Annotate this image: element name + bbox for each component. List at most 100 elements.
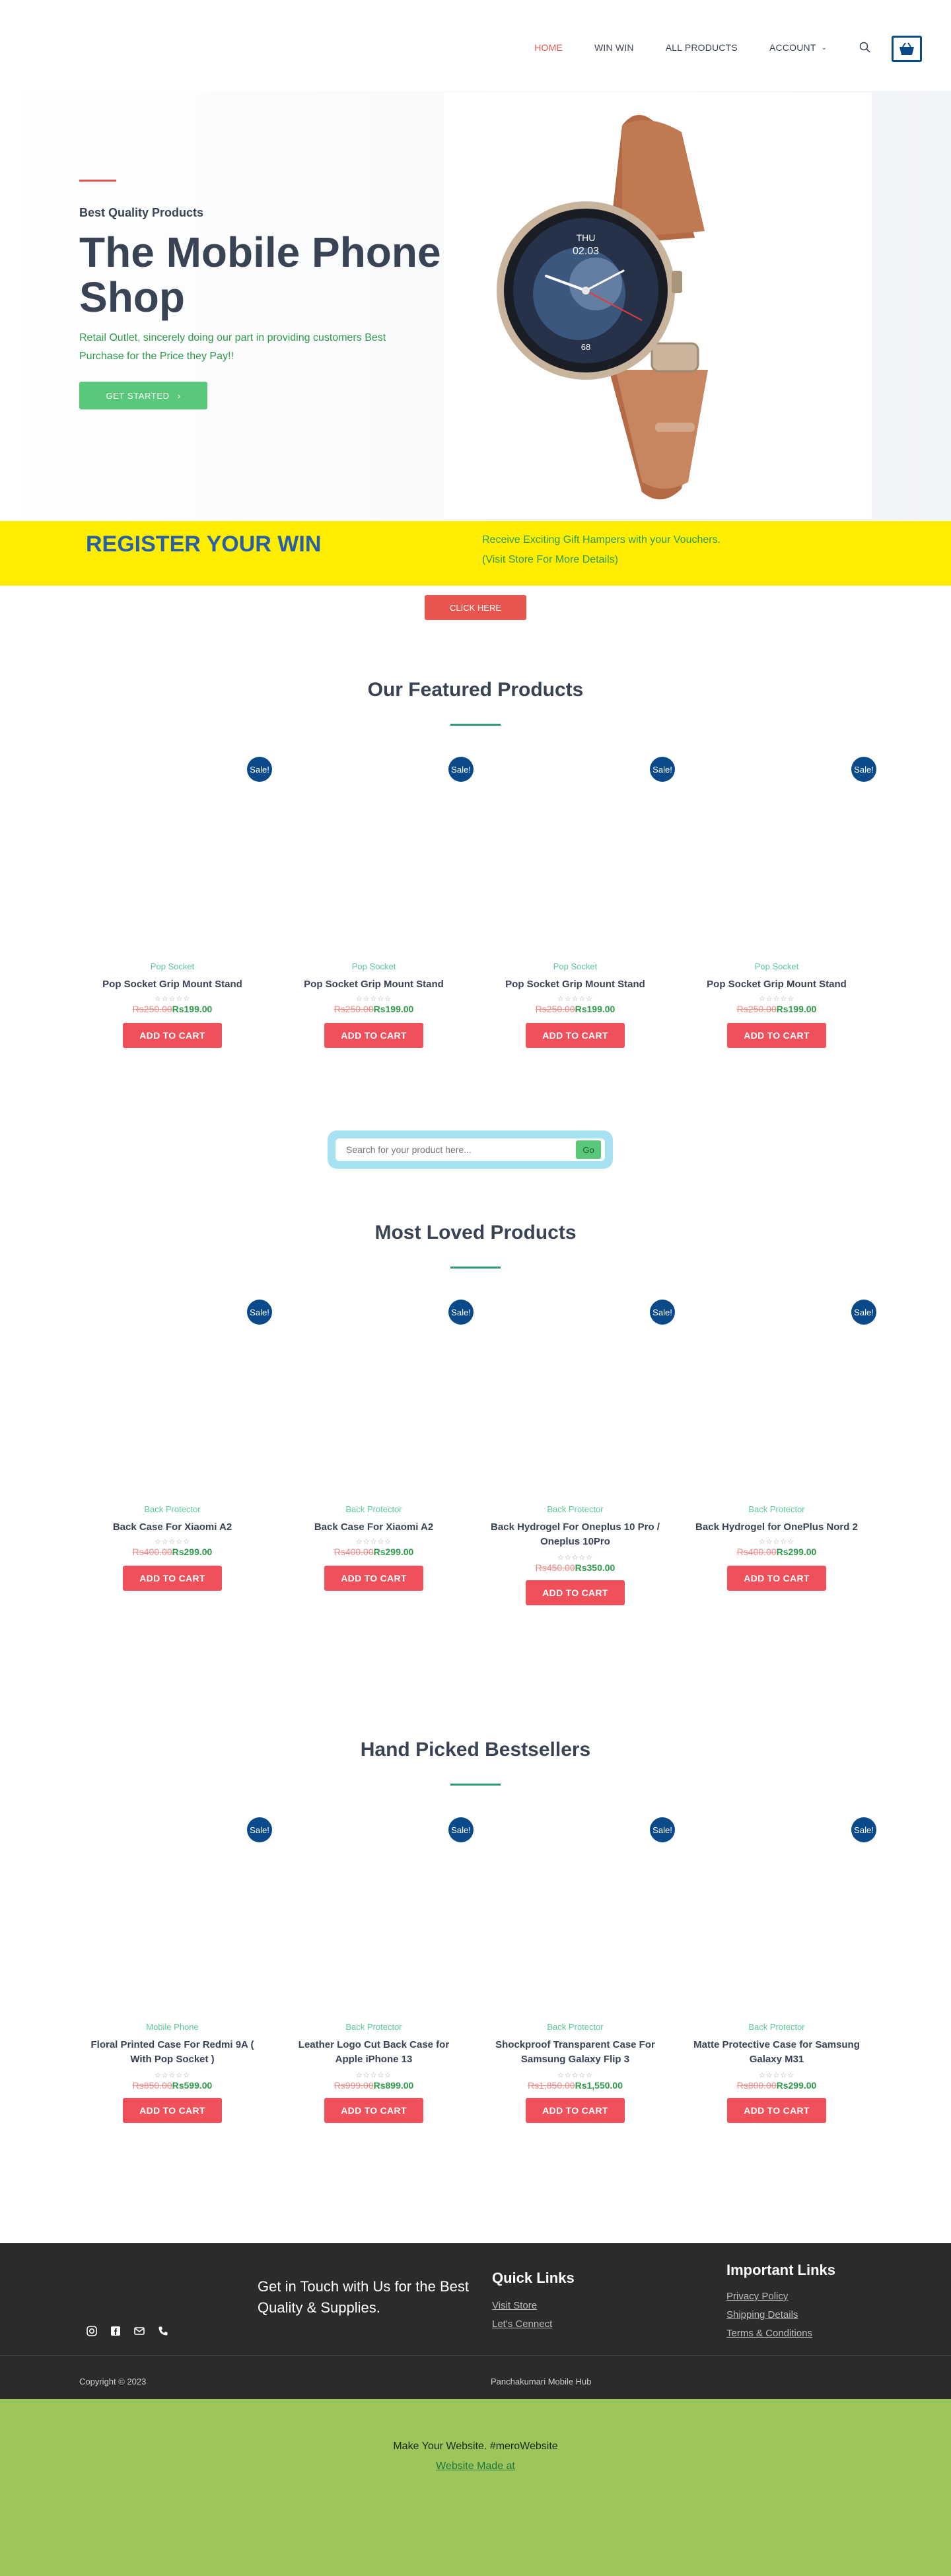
rating-stars: ☆☆☆☆☆ [557,2071,594,2079]
product-price: Rs250.00Rs199.00 [489,1004,662,1014]
product-card[interactable]: Sale! Pop Socket Pop Socket Grip Mount Sta… [489,757,690,1074]
product-image[interactable] [703,1844,876,1996]
old-price: Rs999.00 [334,2080,374,2091]
product-card[interactable]: Sale! Mobile Phone Floral Printed Case For… [86,1817,287,2134]
product-card[interactable]: Sale! Back Protector Shockproof Transparen… [489,1817,690,2134]
add-to-cart-button[interactable]: ADD TO CART [526,1023,625,1048]
bestseller-products: Sale! Mobile Phone Floral Printed Case For… [86,1817,892,2134]
product-name[interactable]: Floral Printed Case For Redmi 9A ( With … [86,2038,259,2067]
product-image[interactable] [300,783,474,935]
nav-account[interactable]: ACCOUNT ⌄ [769,42,827,53]
footer-link-visit-store[interactable]: Visit Store [492,2300,537,2311]
nav-account-label[interactable]: ACCOUNT [769,42,816,53]
new-price: Rs1,550.00 [575,2080,623,2091]
rating-stars: ☆☆☆☆☆ [154,995,191,1003]
phone-icon[interactable] [157,2325,169,2337]
search-go-button[interactable]: Go [576,1140,601,1159]
product-name[interactable]: Matte Protective Case for Samsung Galaxy… [690,2038,863,2067]
footer-link-shipping[interactable]: Shipping Details [726,2309,798,2320]
product-card[interactable]: Sale! Pop Socket Pop Socket Grip Mount Sta… [86,757,287,1074]
cart-button[interactable] [892,36,922,62]
product-name[interactable]: Pop Socket Grip Mount Stand [287,977,460,992]
bestsellers-underline [450,1784,501,1786]
product-image[interactable] [99,1844,272,1996]
bottom-banner: Make Your Website. #meroWebsite Website … [0,2399,951,2576]
product-card[interactable]: Sale! Pop Socket Pop Socket Grip Mount Sta… [690,757,892,1074]
product-category[interactable]: Back Protector [690,1504,863,1514]
add-to-cart-button[interactable]: ADD TO CART [324,2098,423,2123]
loved-underline [450,1267,501,1269]
product-image[interactable] [703,783,876,935]
bottom-made-at-link[interactable]: Website Made at [0,2460,951,2472]
nav-win-win[interactable]: WIN WIN [594,42,634,53]
search-box: Go [335,1138,605,1161]
add-to-cart-button[interactable]: ADD TO CART [526,1580,625,1605]
product-name[interactable]: Back Case For Xiaomi A2 [86,1520,259,1535]
add-to-cart-button[interactable]: ADD TO CART [526,2098,625,2123]
product-name[interactable]: Shockproof Transparent Case For Samsung … [489,2038,662,2067]
add-to-cart-button[interactable]: ADD TO CART [123,2098,222,2123]
product-image[interactable] [502,783,675,935]
instagram-icon[interactable] [86,2325,98,2337]
product-card[interactable]: Sale! Back Protector Back Case For Xiaomi … [287,1300,489,1617]
facebook-icon[interactable] [110,2325,122,2337]
product-image[interactable] [502,1844,675,1996]
product-category[interactable]: Pop Socket [287,961,460,971]
footer-social-icons [86,2325,169,2337]
product-category[interactable]: Back Protector [287,2022,460,2032]
get-started-button[interactable]: GET STARTED › [79,382,207,409]
add-to-cart-button[interactable]: ADD TO CART [123,1566,222,1591]
product-category[interactable]: Back Protector [489,2022,662,2032]
product-image[interactable] [703,1326,876,1478]
rating-stars: ☆☆☆☆☆ [557,995,594,1003]
product-name[interactable]: Back Hydrogel For Oneplus 10 Pro / Onepl… [489,1520,662,1549]
main-nav: HOME WIN WIN ALL PRODUCTS ACCOUNT ⌄ [534,41,872,54]
product-category[interactable]: Back Protector [489,1504,662,1514]
product-name[interactable]: Back Case For Xiaomi A2 [287,1520,460,1535]
product-category[interactable]: Back Protector [287,1504,460,1514]
click-here-button[interactable]: CLICK HERE [425,595,526,620]
product-category[interactable]: Mobile Phone [86,2022,259,2032]
product-price: Rs250.00Rs199.00 [287,1004,460,1014]
add-to-cart-button[interactable]: ADD TO CART [324,1566,423,1591]
product-image[interactable] [99,1326,272,1478]
product-category[interactable]: Pop Socket [690,961,863,971]
product-category[interactable]: Back Protector [86,1504,259,1514]
product-name[interactable]: Pop Socket Grip Mount Stand [690,977,863,992]
add-to-cart-button[interactable]: ADD TO CART [727,1566,826,1591]
product-card[interactable]: Sale! Back Protector Leather Logo Cut Back… [287,1817,489,2134]
product-card[interactable]: Sale! Back Protector Back Hydrogel for One… [690,1300,892,1617]
mail-icon[interactable] [133,2325,145,2337]
add-to-cart-button[interactable]: ADD TO CART [324,1023,423,1048]
nav-all-products[interactable]: ALL PRODUCTS [666,42,738,53]
product-card[interactable]: Sale! Back Protector Back Hydrogel For One… [489,1300,690,1617]
new-price: Rs299.00 [776,2080,817,2091]
footer-link-privacy[interactable]: Privacy Policy [726,2291,788,2302]
sale-badge: Sale! [448,757,474,782]
product-category[interactable]: Back Protector [690,2022,863,2032]
product-category[interactable]: Pop Socket [86,961,259,971]
add-to-cart-button[interactable]: ADD TO CART [727,1023,826,1048]
product-image[interactable] [502,1326,675,1478]
search-input[interactable] [339,1140,577,1159]
product-card[interactable]: Sale! Back Protector Back Case For Xiaomi … [86,1300,287,1617]
footer-link-connect[interactable]: Let's Cennect [492,2318,552,2330]
nav-home[interactable]: HOME [534,42,563,53]
product-image[interactable] [300,1844,474,1996]
product-image[interactable] [99,783,272,935]
product-name[interactable]: Pop Socket Grip Mount Stand [489,977,662,992]
add-to-cart-button[interactable]: ADD TO CART [727,2098,826,2123]
product-card[interactable]: Sale! Pop Socket Pop Socket Grip Mount Sta… [287,757,489,1074]
product-image[interactable] [300,1326,474,1478]
footer-brand: Panchakumari Mobile Hub [491,2377,592,2386]
product-category[interactable]: Pop Socket [489,961,662,971]
product-name[interactable]: Pop Socket Grip Mount Stand [86,977,259,992]
search-icon[interactable] [859,41,872,54]
footer-link-terms[interactable]: Terms & Conditions [726,2328,812,2339]
add-to-cart-button[interactable]: ADD TO CART [123,1023,222,1048]
product-name[interactable]: Back Hydrogel for OnePlus Nord 2 [690,1520,863,1535]
product-card[interactable]: Sale! Back Protector Matte Protective Case… [690,1817,892,2134]
sale-badge: Sale! [650,1300,675,1325]
register-line-1: Receive Exciting Gift Hampers with your … [482,534,721,545]
product-name[interactable]: Leather Logo Cut Back Case for Apple iPh… [287,2038,460,2067]
